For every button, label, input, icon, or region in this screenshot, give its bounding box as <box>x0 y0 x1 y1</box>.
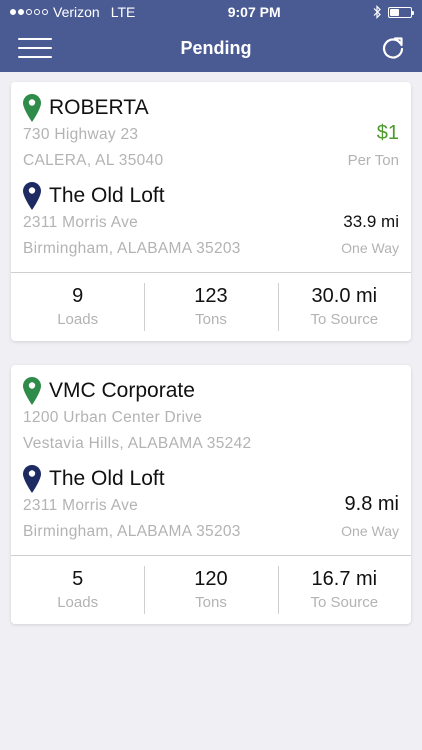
source-name: ROBERTA <box>49 96 149 119</box>
stat-loads-label: Loads <box>57 594 99 611</box>
stat-to-source: 30.0 mi To Source <box>277 283 411 331</box>
stat-tons-label: Tons <box>195 594 227 611</box>
stat-loads: 9 Loads <box>11 283 144 331</box>
stat-loads: 5 Loads <box>11 566 144 614</box>
stat-to-source-label: To Source <box>310 311 379 328</box>
battery-icon <box>387 6 414 18</box>
destination-row: The Old Loft <box>23 182 399 210</box>
destination-address-line2: Birmingham, ALABAMA 35203 <box>23 523 241 540</box>
order-card[interactable]: ROBERTA 730 Highway 23 $1 CALERA, AL 350… <box>11 82 411 341</box>
signal-strength-icon <box>10 9 48 15</box>
trip-type: One Way <box>341 240 399 256</box>
order-stats: 5 Loads 120 Tons 16.7 mi To Source <box>11 555 411 624</box>
destination-address-line1: 2311 Morris Ave <box>23 497 139 514</box>
trip-distance: 9.8 mi <box>344 493 399 515</box>
source-address-line2: CALERA, AL 35040 <box>23 152 164 169</box>
network-label: LTE <box>110 4 136 20</box>
status-bar: Verizon LTE 9:07 PM <box>0 0 422 24</box>
source-row: VMC Corporate <box>23 377 399 405</box>
destination-address-line2: Birmingham, ALABAMA 35203 <box>23 240 241 257</box>
destination-row: The Old Loft <box>23 465 399 493</box>
destination-pin-icon <box>23 465 41 493</box>
stat-tons: 120 Tons <box>144 566 277 614</box>
nav-bar: Pending <box>0 24 422 72</box>
bluetooth-icon <box>373 5 381 19</box>
refresh-icon[interactable] <box>380 35 406 61</box>
stat-to-source: 16.7 mi To Source <box>277 566 411 614</box>
carrier-label: Verizon <box>53 4 100 20</box>
stat-loads-value: 5 <box>72 568 84 590</box>
order-stats: 9 Loads 123 Tons 30.0 mi To Source <box>11 272 411 341</box>
hamburger-menu-icon[interactable] <box>18 38 52 58</box>
rate-unit: Per Ton <box>347 152 399 169</box>
clock: 9:07 PM <box>227 4 281 20</box>
status-left: Verizon LTE <box>10 4 135 20</box>
source-address-line2: Vestavia Hills, ALABAMA 35242 <box>23 435 252 452</box>
destination-pin-icon <box>23 182 41 210</box>
destination-name: The Old Loft <box>49 467 165 490</box>
destination-name: The Old Loft <box>49 184 165 207</box>
stat-tons-value: 123 <box>194 285 228 307</box>
rate-value: $1 <box>376 122 399 144</box>
source-address-line1: 1200 Urban Center Drive <box>23 409 203 426</box>
source-name: VMC Corporate <box>49 379 195 402</box>
orders-list: ROBERTA 730 Highway 23 $1 CALERA, AL 350… <box>0 72 422 680</box>
source-pin-icon <box>23 377 41 405</box>
stat-tons-label: Tons <box>195 311 227 328</box>
stat-to-source-value: 30.0 mi <box>311 285 378 307</box>
stat-to-source-value: 16.7 mi <box>311 568 378 590</box>
source-pin-icon <box>23 94 41 122</box>
source-address-line1: 730 Highway 23 <box>23 126 139 143</box>
stat-loads-label: Loads <box>57 311 99 328</box>
source-row: ROBERTA <box>23 94 399 122</box>
stat-loads-value: 9 <box>72 285 84 307</box>
trip-type: One Way <box>341 523 399 539</box>
trip-distance: 33.9 mi <box>343 212 399 231</box>
page-title: Pending <box>180 37 252 58</box>
stat-to-source-label: To Source <box>310 594 379 611</box>
status-right <box>373 5 414 19</box>
stat-tons-value: 120 <box>194 568 228 590</box>
stat-tons: 123 Tons <box>144 283 277 331</box>
destination-address-line1: 2311 Morris Ave <box>23 214 139 231</box>
order-card[interactable]: VMC Corporate 1200 Urban Center Drive Ve… <box>11 365 411 624</box>
